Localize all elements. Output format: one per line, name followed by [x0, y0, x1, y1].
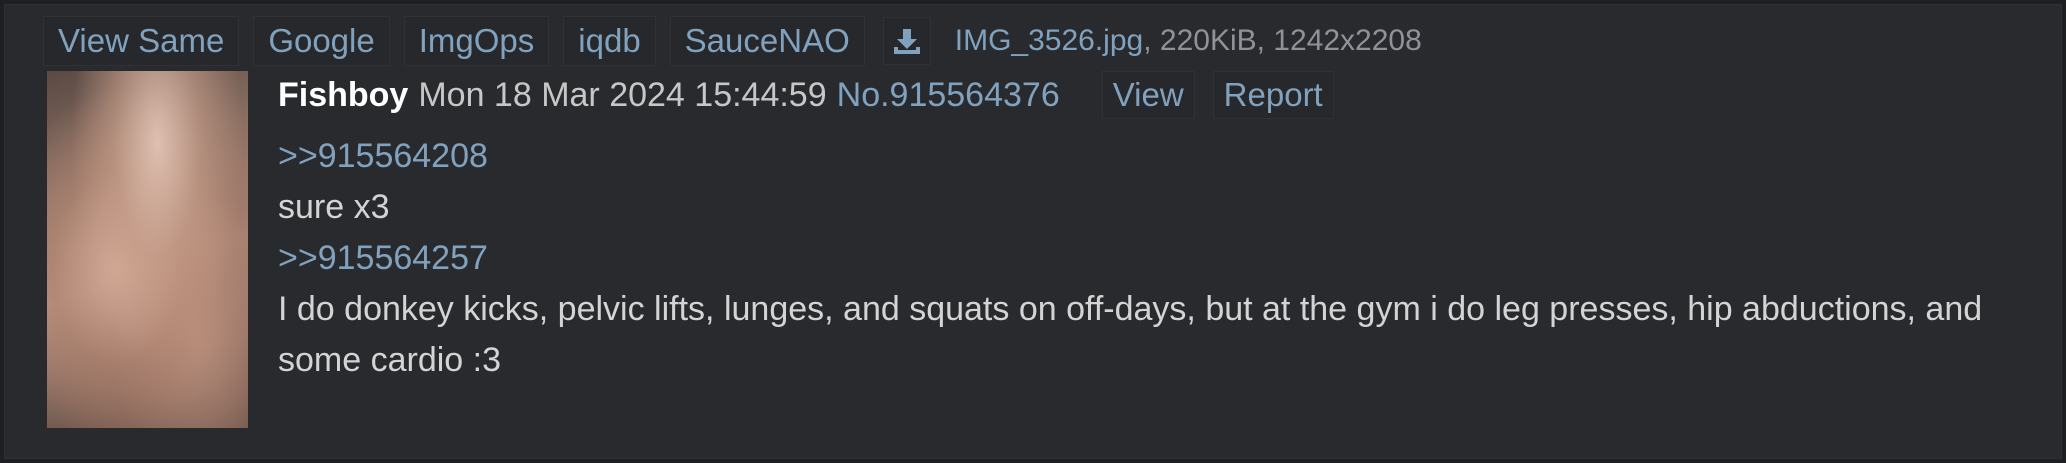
google-link[interactable]: Google — [253, 16, 390, 66]
post-number-link[interactable]: No.915564376 — [837, 76, 1060, 115]
view-button[interactable]: View — [1101, 71, 1195, 119]
post-date: Mon 18 Mar 2024 15:44:59 — [418, 75, 827, 114]
file-name-link[interactable]: IMG_3526.jpg — [955, 24, 1143, 57]
poster-name: Fishboy — [278, 75, 409, 114]
download-icon — [893, 29, 920, 54]
quote-link[interactable]: >>915564257 — [278, 233, 2021, 284]
post-container: View Same Google ImgOps iqdb SauceNAO IM… — [4, 4, 2062, 459]
message-line: sure x3 — [278, 188, 390, 226]
report-button[interactable]: Report — [1212, 71, 1334, 119]
view-same-link[interactable]: View Same — [43, 16, 240, 66]
post-header: Fishboy Mon 18 Mar 2024 15:44:59 No.9155… — [278, 67, 2021, 123]
saucenao-link[interactable]: SauceNAO — [669, 16, 865, 66]
file-info: IMG_3526.jpg, 220KiB, 1242x2208 — [955, 21, 1422, 61]
iqdb-link[interactable]: iqdb — [563, 16, 656, 66]
download-button[interactable] — [882, 17, 931, 65]
message-line: I do donkey kicks, pelvic lifts, lunges,… — [278, 290, 1983, 379]
image-search-bar: View Same Google ImgOps iqdb SauceNAO IM… — [43, 15, 1422, 67]
post-image-thumbnail[interactable] — [47, 71, 248, 428]
post-content: Fishboy Mon 18 Mar 2024 15:44:59 No.9155… — [278, 67, 2021, 386]
file-meta: , 220KiB, 1242x2208 — [1143, 24, 1422, 57]
imgops-link[interactable]: ImgOps — [403, 16, 550, 66]
post-message: >>915564208 sure x3 >>915564257 I do don… — [278, 131, 2021, 386]
quote-link[interactable]: >>915564208 — [278, 131, 2021, 182]
